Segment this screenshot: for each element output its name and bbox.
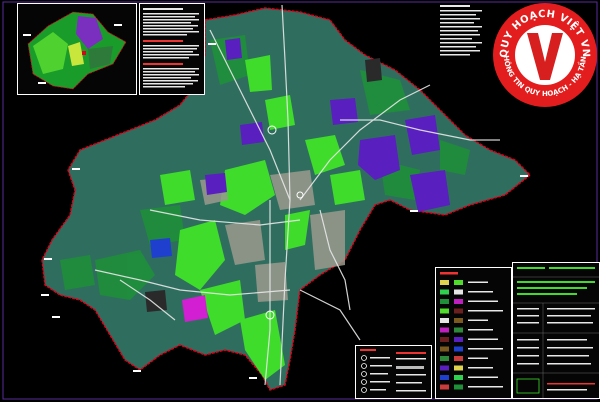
legend-swatch	[454, 327, 463, 333]
legend-swatches-icon	[440, 272, 503, 390]
legend-swatch	[440, 299, 449, 304]
legend-swatch	[440, 308, 449, 314]
legend-swatch	[454, 318, 463, 323]
title-block-table-icon	[513, 267, 599, 398]
notes-text-lines	[143, 8, 199, 88]
legend-swatch	[440, 318, 449, 323]
legend-swatch	[440, 289, 449, 295]
legend-swatch	[454, 289, 463, 295]
map-symbols-icon	[360, 349, 426, 393]
symbols-panel	[355, 345, 432, 399]
legend-swatch	[454, 337, 463, 342]
legend-swatch	[454, 356, 463, 361]
title-block	[512, 262, 600, 399]
legend-swatch	[454, 365, 463, 371]
legend-swatch	[454, 346, 463, 352]
legend-swatch	[440, 365, 449, 371]
legend-swatch	[454, 375, 463, 380]
legend-label-line	[468, 367, 493, 369]
legend-label-line	[468, 291, 493, 293]
legend-swatch	[454, 280, 463, 285]
legend-label-line	[468, 348, 503, 350]
legend-label-line	[468, 386, 503, 388]
watermark-logo-icon: QUY HOẠCH VIỆT VN THÔNG TIN QUY HOẠCH - …	[487, 0, 597, 107]
legend-swatch	[440, 384, 449, 390]
legend-label-line	[468, 300, 498, 302]
legend-swatch	[454, 384, 463, 390]
legend-swatch	[440, 356, 449, 361]
legend-swatch	[454, 308, 463, 314]
notes-lines	[440, 5, 482, 56]
legend-label-line	[468, 310, 503, 312]
inset-map-drawing	[23, 11, 127, 90]
legend-label-line	[468, 319, 488, 321]
legend-label-line	[468, 338, 498, 340]
legend-label-line	[468, 357, 488, 359]
legend-swatch	[440, 346, 449, 352]
legend-label-line	[468, 329, 493, 331]
inset-locator-map	[17, 3, 137, 95]
legend-swatch	[440, 375, 449, 380]
watermark-badge: QUY HOẠCH VIỆT VN THÔNG TIN QUY HOẠCH - …	[487, 0, 600, 110]
legend-swatch	[440, 280, 449, 285]
notes-panel	[139, 3, 205, 95]
top-right-notes	[440, 3, 490, 63]
legend-swatch	[440, 337, 449, 342]
legend-swatch	[440, 327, 449, 333]
land-use-legend	[435, 267, 512, 399]
legend-label-line	[468, 376, 498, 378]
legend-label-line	[468, 281, 488, 283]
legend-swatch	[454, 299, 463, 304]
